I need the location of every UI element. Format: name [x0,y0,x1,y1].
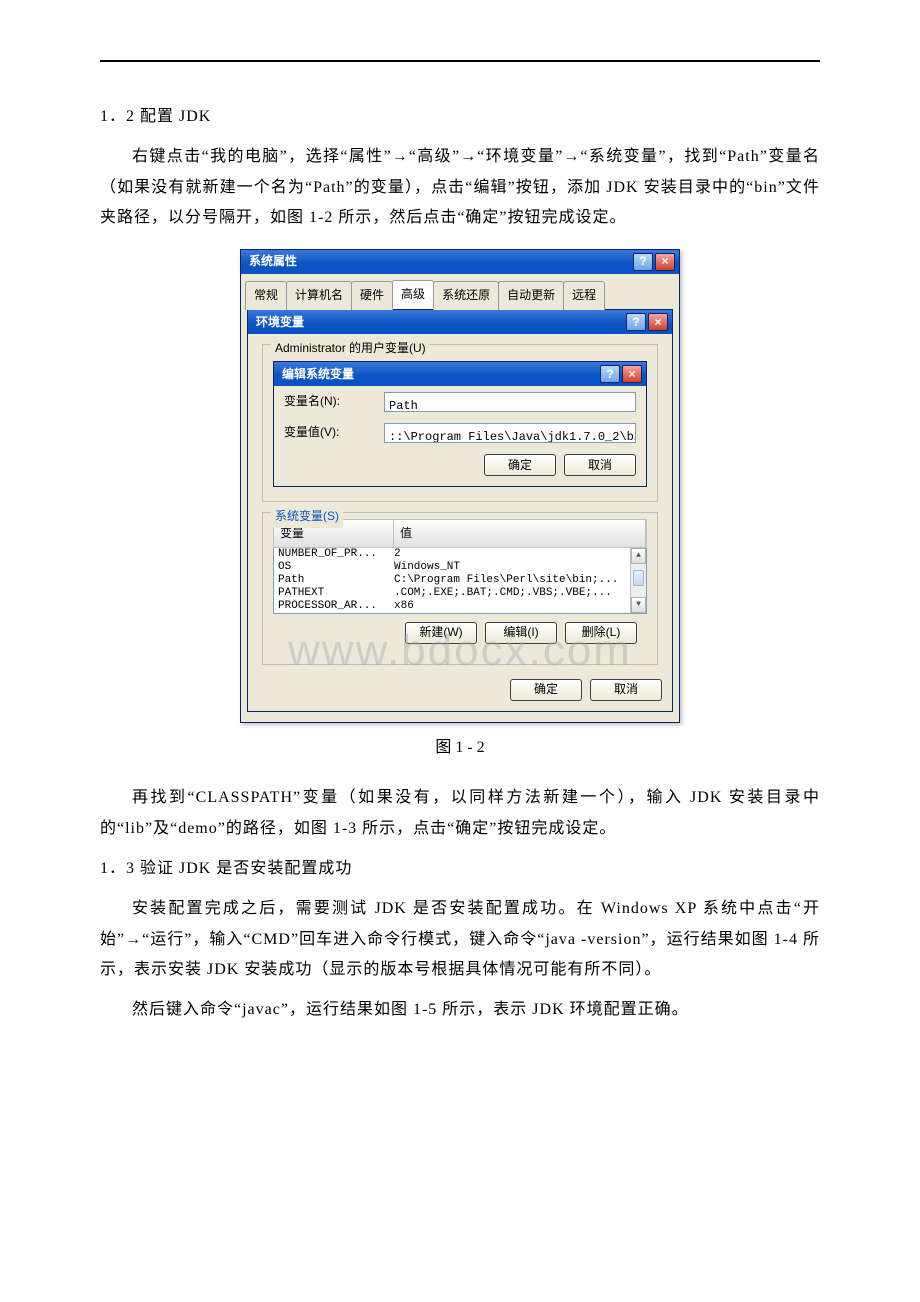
scroll-thumb[interactable] [633,570,644,586]
tab-remote[interactable]: 远程 [563,281,605,311]
scrollbar[interactable]: ▲ ▼ [630,548,646,613]
list-item: OSWindows_NT [274,561,646,574]
list-item: PROCESSOR_AR...x86 [274,600,646,613]
close-icon[interactable]: × [622,365,642,383]
paragraph-3: 安装配置完成之后，需要测试 JDK 是否安装配置成功。在 Windows XP … [100,894,820,985]
editvar-cancel-button[interactable]: 取消 [564,454,636,476]
editvar-titlebar: 编辑系统变量 ? × [274,362,646,386]
figure-1-2: 系统属性 ? × 常规 计算机名 硬件 高级 系统还原 自动更新 远程 [100,249,820,723]
list-item: PathC:\Program Files\Perl\site\bin;... [274,574,646,587]
section-1-2-title: 1．2 配置 JDK [100,102,820,132]
envvars-title: 环境变量 [256,311,304,334]
variable-value-label: 变量值(V): [284,421,374,444]
scroll-down-icon[interactable]: ▼ [631,597,646,613]
col-header-value[interactable]: 值 [394,520,646,547]
sysprops-tabs: 常规 计算机名 硬件 高级 系统还原 自动更新 远程 [241,274,679,310]
edit-system-variable-window: 编辑系统变量 ? × 变量名(N): Path [273,361,647,487]
editvar-ok-button[interactable]: 确定 [484,454,556,476]
user-variables-legend: Administrator 的用户变量(U) [271,337,430,360]
tab-system-restore[interactable]: 系统还原 [433,281,499,311]
envvars-cancel-button[interactable]: 取消 [590,679,662,701]
scroll-up-icon[interactable]: ▲ [631,548,646,564]
new-button[interactable]: 新建(W) [405,622,477,644]
environment-variables-window: 环境变量 ? × Administrator 的用户变量(U) 编辑系统变量 [247,309,673,711]
system-variables-legend: 系统变量(S) [271,505,343,528]
tab-computer-name[interactable]: 计算机名 [286,281,352,311]
delete-button[interactable]: 删除(L) [565,622,637,644]
close-icon[interactable]: × [655,253,675,271]
help-icon[interactable]: ? [600,365,620,383]
sysvars-list[interactable]: NUMBER_OF_PR...2 OSWindows_NT PathC:\Pro… [273,548,647,614]
editvar-title: 编辑系统变量 [282,363,354,386]
figure-1-2-caption: 图 1 - 2 [100,733,820,763]
envvars-titlebar: 环境变量 ? × [248,310,672,334]
tab-advanced[interactable]: 高级 [392,280,434,310]
help-icon[interactable]: ? [633,253,653,271]
user-variables-group: Administrator 的用户变量(U) 编辑系统变量 ? × [262,344,658,502]
paragraph-1: 右键点击“我的电脑”，选择“属性”→“高级”→“环境变量”→“系统变量”，找到“… [100,142,820,233]
tab-auto-update[interactable]: 自动更新 [498,281,564,311]
variable-name-input[interactable]: Path [384,392,636,412]
help-icon[interactable]: ? [626,313,646,331]
tab-general[interactable]: 常规 [245,281,287,311]
tab-hardware[interactable]: 硬件 [351,281,393,311]
sysprops-title: 系统属性 [249,250,297,273]
list-item: PROCESSOR_IDx86 Family 6 Model 23 Steppi… [274,613,646,614]
list-item: NUMBER_OF_PR...2 [274,548,646,561]
system-properties-window: 系统属性 ? × 常规 计算机名 硬件 高级 系统还原 自动更新 远程 [240,249,680,723]
sysprops-titlebar: 系统属性 ? × [241,250,679,274]
variable-value-input[interactable]: ::\Program Files\Java\jdk1.7.0_2\bin [384,423,636,443]
edit-button[interactable]: 编辑(I) [485,622,557,644]
paragraph-4: 然后键入命令“javac”，运行结果如图 1-5 所示，表示 JDK 环境配置正… [100,995,820,1025]
variable-name-label: 变量名(N): [284,390,374,413]
top-rule [100,60,820,62]
close-icon[interactable]: × [648,313,668,331]
list-item: PATHEXT.COM;.EXE;.BAT;.CMD;.VBS;.VBE;... [274,587,646,600]
system-variables-group: 系统变量(S) 变量 值 NUMBER_OF_PR...2 OSWindows_… [262,512,658,665]
envvars-ok-button[interactable]: 确定 [510,679,582,701]
paragraph-2: 再找到“CLASSPATH”变量（如果没有，以同样方法新建一个），输入 JDK … [100,783,820,844]
section-1-3-title: 1．3 验证 JDK 是否安装配置成功 [100,854,820,884]
